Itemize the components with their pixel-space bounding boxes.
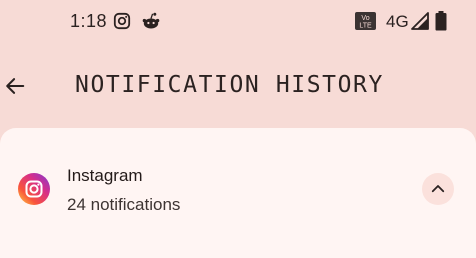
instagram-icon [113, 12, 131, 30]
app-name: Instagram [67, 166, 143, 185]
volte-label-top: Vo [361, 15, 369, 22]
status-time: 1:18 [70, 11, 108, 31]
arrow-left-icon [6, 78, 25, 94]
collapse-button[interactable] [422, 173, 454, 205]
reddit-icon [142, 12, 160, 29]
notification-history-card: Instagram 24 notifications [0, 128, 476, 258]
status-bar: 1:18 Vo LTE 4G [0, 0, 476, 44]
app-bar: NOTIFICATION HISTORY [0, 44, 476, 128]
back-button[interactable] [0, 64, 30, 108]
chevron-up-icon [431, 185, 445, 193]
network-type: 4G [386, 12, 409, 31]
volte-label-bottom: LTE [359, 23, 372, 30]
battery-icon [435, 11, 447, 31]
signal-icon [411, 12, 429, 30]
volte-icon: Vo LTE [355, 12, 376, 30]
notification-count: 24 notifications [67, 195, 181, 214]
notification-group-instagram[interactable]: Instagram 24 notifications [0, 128, 476, 249]
page-title: NOTIFICATION HISTORY [75, 72, 384, 98]
instagram-icon [18, 173, 50, 205]
